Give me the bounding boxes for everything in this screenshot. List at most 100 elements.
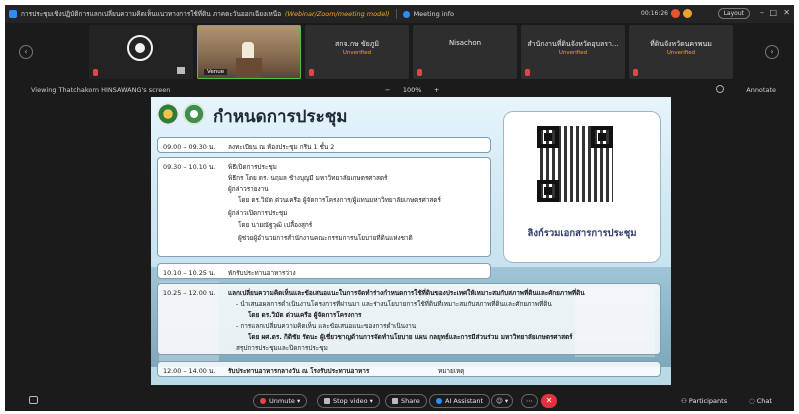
- close-button[interactable]: ✕: [783, 8, 790, 17]
- video-tile[interactable]: Nisachon: [413, 25, 517, 79]
- minimize-button[interactable]: –: [760, 8, 764, 17]
- chevron-left-icon[interactable]: ‹: [19, 45, 33, 59]
- chat-icon: ◌: [749, 397, 755, 405]
- university-logo: [157, 103, 179, 125]
- window-title: การประชุมเชิงปฏิบัติการแลกเปลี่ยนความคิด…: [21, 10, 281, 18]
- chat-label: Chat: [756, 397, 772, 405]
- meeting-info-button[interactable]: Meeting info: [414, 10, 454, 18]
- zoom-level: 100%: [402, 86, 422, 94]
- video-tile[interactable]: สกจ.กษ ขัยภูมิ Unverified: [305, 25, 409, 79]
- schedule-text: พักรับประทานอาหารว่าง: [228, 269, 296, 277]
- info-icon[interactable]: [402, 10, 410, 18]
- mic-muted-icon: [93, 69, 98, 76]
- video-tile-active-speaker[interactable]: Venue: [197, 25, 301, 79]
- zoom-in-button[interactable]: +: [434, 86, 439, 94]
- shared-screen[interactable]: กำหนดการประชุม 09.00 – 09.30 น. ลงทะเบีย…: [151, 97, 671, 385]
- schedule-text: ผู้กล่าวรายงาน: [228, 185, 269, 193]
- schedule-block: 09.00 – 09.30 น. ลงทะเบียน ณ ห้องประชุม …: [157, 137, 491, 153]
- video-strip: ‹ Venue สกจ.กษ ขัยภูมิ Unverified Nisach…: [5, 23, 794, 81]
- share-label: Share: [401, 397, 420, 405]
- schedule-text: แลกเปลี่ยนความคิดเห็นและข้อเสนอแนะในการจ…: [228, 289, 585, 297]
- participant-name: Nisachon: [448, 39, 482, 47]
- stop-video-label: Stop video: [333, 397, 368, 405]
- mic-muted-icon: [633, 69, 638, 76]
- shield-icon: [9, 10, 17, 18]
- schedule-block: 09.30 – 10.10 น. พิธีเปิดการประชุม พิธีก…: [157, 157, 491, 257]
- zoom-control[interactable]: − 100% +: [385, 86, 439, 94]
- meeting-timer: 00:16:26: [641, 10, 668, 17]
- mic-muted-icon: [309, 69, 314, 76]
- participant-status: Unverified: [666, 50, 696, 56]
- participant-status: Unverified: [558, 50, 588, 56]
- zoom-out-button[interactable]: −: [385, 86, 390, 94]
- divider: [395, 9, 397, 19]
- participants-label: Participants: [688, 397, 728, 405]
- view-options-icon[interactable]: [716, 85, 724, 93]
- title-bar: การประชุมเชิงปฏิบัติการแลกเปลี่ยนความคิด…: [5, 5, 794, 23]
- qr-finder: [537, 180, 559, 202]
- podium: [236, 58, 262, 78]
- slide-title: กำหนดการประชุม: [213, 107, 348, 127]
- schedule-time: 09.30 – 10.10 น.: [163, 163, 216, 171]
- schedule-text: สรุปการประชุมและปิดการประชุม: [236, 344, 328, 352]
- schedule-block: 10.25 – 12.00 น. แลกเปลี่ยนความคิดเห็นแล…: [157, 283, 661, 355]
- qr-code-icon: [537, 126, 613, 202]
- schedule-text: ผู้ช่วยผู้อำนวยการสำนักงานคณะกรรมการนโยบ…: [238, 234, 413, 242]
- schedule-text: โดย นายณัฐวุฒิ เปลื้องสุกร์: [238, 221, 313, 229]
- participant-name: สกจ.กษ ขัยภูมิ: [334, 40, 380, 48]
- schedule-text: โดย ดร.วิมัต ต่วนเครือ ผู้จัดการโครงการ/…: [238, 196, 441, 204]
- schedule-text: พิธีเปิดการประชุม: [228, 163, 277, 171]
- viewing-bar: Viewing Thatchakorn HINSAWANG's screen −…: [5, 81, 794, 97]
- edition-label: (Webinar/Zoom/meeting model): [285, 10, 390, 18]
- end-call-button[interactable]: ✕: [541, 394, 557, 408]
- slide-logos: [157, 103, 209, 125]
- schedule-text: พิธีกร โดย ดร. นฤมล ช้างบุญมี มหาวิทยาลั…: [228, 174, 388, 182]
- viewing-label: Viewing Thatchakorn HINSAWANG's screen: [31, 86, 171, 94]
- maximize-button[interactable]: □: [769, 8, 777, 17]
- status-icon[interactable]: [683, 9, 692, 18]
- screen-frame: การประชุมเชิงปฏิบัติการแลกเปลี่ยนความคิด…: [0, 0, 799, 414]
- chevron-right-icon[interactable]: ›: [765, 45, 779, 59]
- annotate-button[interactable]: Annotate: [746, 86, 776, 94]
- video-tile[interactable]: [89, 25, 193, 79]
- schedule-text: ผู้กล่าวเปิดการประชุม: [228, 209, 288, 217]
- schedule-block: 10.10 – 10.25 น. พักรับประทานอาหารว่าง: [157, 263, 491, 279]
- more-button[interactable]: ⋯: [521, 394, 538, 408]
- reactions-button[interactable]: ☺ ▾: [491, 394, 514, 408]
- video-tile[interactable]: สำนักงานที่ดินจังหวัดอุบลรา... Unverifie…: [521, 25, 625, 79]
- unmute-label: Unmute: [269, 397, 295, 405]
- schedule-time: 10.10 – 10.25 น.: [163, 269, 216, 277]
- chat-button[interactable]: ◌ Chat: [749, 397, 772, 405]
- qr-code-panel: ลิงก์รวมเอกสารการประชุม: [503, 111, 661, 263]
- recording-icon[interactable]: [671, 9, 680, 18]
- schedule-text: รับประทานอาหารกลางวัน ณ โรงรับประทานอาหา…: [228, 367, 370, 375]
- stop-video-button[interactable]: Stop video ▾: [317, 394, 380, 408]
- schedule-text: โดย ดร.วิมัต ต่วนเครือ ผู้จัดการโครงการ: [248, 311, 362, 319]
- qr-finder: [537, 126, 559, 148]
- schedule-time: 12.00 – 14.00 น.: [163, 367, 216, 375]
- ai-assistant-button[interactable]: AI Assistant: [429, 394, 491, 408]
- unmute-button[interactable]: Unmute ▾: [253, 394, 308, 408]
- meeting-toolbar: Unmute ▾ Stop video ▾ Share AI Assistant…: [5, 391, 794, 411]
- mic-muted-icon: [260, 398, 266, 404]
- schedule-note: หมายเหตุ: [438, 367, 465, 375]
- participants-button[interactable]: ⚇ Participants: [681, 397, 727, 405]
- share-icon: [392, 398, 398, 404]
- schedule-text: - การแลกเปลี่ยนความคิดเห็น และข้อเสนอแนะ…: [236, 322, 417, 330]
- participants-icon: ⚇: [681, 397, 687, 405]
- layout-button[interactable]: Layout: [717, 8, 750, 19]
- meeting-window: การประชุมเชิงปฏิบัติการแลกเปลี่ยนความคิด…: [5, 5, 794, 411]
- organization-logo: [127, 35, 153, 61]
- participant-name: ที่ดินจังหวัดนครพนม: [650, 40, 712, 48]
- share-button[interactable]: Share: [385, 394, 427, 408]
- video-tile[interactable]: ที่ดินจังหวัดนครพนม Unverified: [629, 25, 733, 79]
- caption-icon[interactable]: [29, 396, 38, 404]
- schedule-text: โดย ผศ.ดร. กิติชัย รัตนะ ผู้เชี่ยวชาญด้า…: [248, 333, 573, 341]
- schedule-time: 09.00 – 09.30 น.: [163, 143, 216, 151]
- agency-logo: [183, 103, 205, 125]
- mic-muted-icon: [417, 69, 422, 76]
- ai-assistant-icon: [436, 398, 442, 404]
- participant-status: Unverified: [342, 50, 372, 56]
- mic-muted-icon: [525, 69, 530, 76]
- schedule-text: ลงทะเบียน ณ ห้องประชุม กรีน 1 ชั้น 2: [228, 143, 335, 151]
